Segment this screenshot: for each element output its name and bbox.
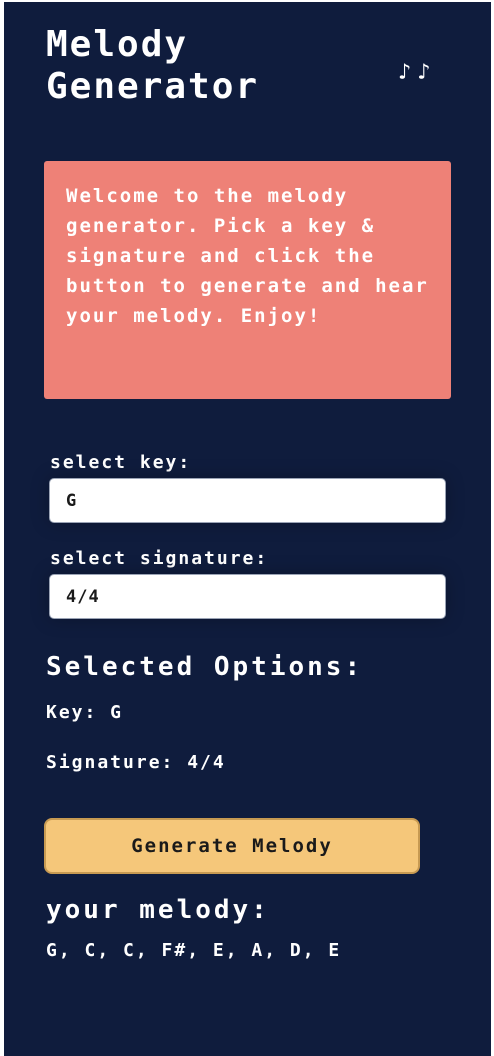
melody-notes: G, C, C, F#, E, A, D, E [46, 940, 342, 961]
melody-title: your melody: [46, 895, 270, 925]
key-label: select key: [50, 452, 192, 473]
app-frame: Melody Generator ♪♪ Welcome to the melod… [4, 2, 491, 1056]
selected-options-title: Selected Options: [46, 652, 364, 682]
music-notes-icon: ♪♪ [398, 60, 437, 85]
selected-signature: Signature: 4/4 [46, 752, 226, 773]
signature-label: select signature: [50, 548, 269, 569]
key-select[interactable]: G [49, 478, 446, 523]
welcome-panel: Welcome to the melody generator. Pick a … [44, 161, 451, 399]
selected-key: Key: G [46, 702, 124, 723]
key-select-value: G [66, 490, 78, 511]
generate-melody-button[interactable]: Generate Melody [44, 818, 420, 874]
page-title: Melody Generator [46, 24, 260, 107]
signature-select[interactable]: 4/4 [49, 574, 446, 619]
welcome-text: Welcome to the melody generator. Pick a … [66, 185, 429, 327]
signature-select-value: 4/4 [66, 586, 100, 607]
